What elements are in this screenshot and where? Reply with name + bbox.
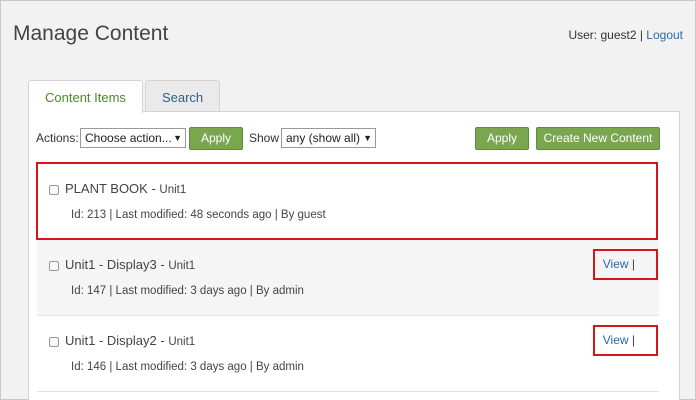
- user-separator: |: [636, 28, 647, 42]
- item-checkbox[interactable]: [49, 337, 59, 347]
- user-label: User:: [568, 28, 601, 42]
- item-unit: Unit1: [168, 260, 196, 272]
- tab-content-items[interactable]: Content Items: [28, 80, 143, 113]
- page-title: Manage Content: [13, 22, 169, 45]
- item-unit: Unit1: [159, 184, 187, 196]
- username: guest2: [600, 28, 637, 42]
- content-item[interactable]: PLANT BOOK - Unit1 Id: 213 | Last modifi…: [37, 164, 659, 240]
- content-item[interactable]: Unit1 - Display3 - Unit1 View | Id: 147 …: [37, 240, 659, 316]
- item-title[interactable]: Unit1 - Display3 - Unit1: [65, 257, 195, 272]
- apply-actions-button[interactable]: Apply: [189, 127, 243, 150]
- apply-filter-button[interactable]: Apply: [475, 127, 529, 150]
- item-title[interactable]: PLANT BOOK - Unit1: [65, 181, 186, 196]
- user-bar: User: guest2 | Logout: [568, 28, 683, 42]
- item-meta: Id: 147 | Last modified: 3 days ago | By…: [71, 285, 304, 297]
- show-filter-select[interactable]: any (show all) ▼: [281, 128, 376, 148]
- view-link[interactable]: View |: [603, 333, 635, 347]
- item-meta: Id: 146 | Last modified: 3 days ago | By…: [71, 361, 304, 373]
- view-link-separator: |: [628, 333, 635, 347]
- view-link-label[interactable]: View: [603, 257, 629, 271]
- item-title-text: Unit1 - Display3: [65, 257, 157, 272]
- item-title-text: PLANT BOOK: [65, 181, 148, 196]
- content-item[interactable]: Unit1 - Display2 - Unit1 View | Id: 146 …: [37, 316, 659, 392]
- view-link-label[interactable]: View: [603, 333, 629, 347]
- view-link[interactable]: View |: [603, 257, 635, 271]
- item-title-dash: -: [156, 257, 169, 272]
- show-label: Show: [249, 131, 280, 145]
- item-title-dash: -: [147, 181, 160, 196]
- dropdown-arrow-icon: ▼: [363, 133, 372, 143]
- item-checkbox[interactable]: [49, 261, 59, 271]
- toolbar: Actions: Choose action... ▼ Apply Show a…: [36, 126, 660, 150]
- item-title-text: Unit1 - Display2: [65, 333, 157, 348]
- tab-bar: Content Items Search: [28, 80, 222, 113]
- actions-label: Actions:: [36, 131, 79, 145]
- show-filter-value: any (show all): [286, 131, 361, 145]
- tab-search[interactable]: Search: [144, 80, 221, 112]
- dropdown-arrow-icon: ▼: [173, 133, 182, 143]
- item-unit: Unit1: [168, 336, 196, 348]
- content-panel: Actions: Choose action... ▼ Apply Show a…: [28, 111, 680, 400]
- actions-select[interactable]: Choose action... ▼: [80, 128, 186, 148]
- item-checkbox[interactable]: [49, 185, 59, 195]
- create-new-content-button[interactable]: Create New Content: [536, 127, 660, 150]
- item-title-dash: -: [156, 333, 169, 348]
- item-meta: Id: 213 | Last modified: 48 seconds ago …: [71, 209, 326, 221]
- actions-select-value: Choose action...: [85, 131, 172, 145]
- item-title[interactable]: Unit1 - Display2 - Unit1: [65, 333, 195, 348]
- logout-link[interactable]: Logout: [646, 28, 683, 42]
- view-link-separator: |: [628, 257, 635, 271]
